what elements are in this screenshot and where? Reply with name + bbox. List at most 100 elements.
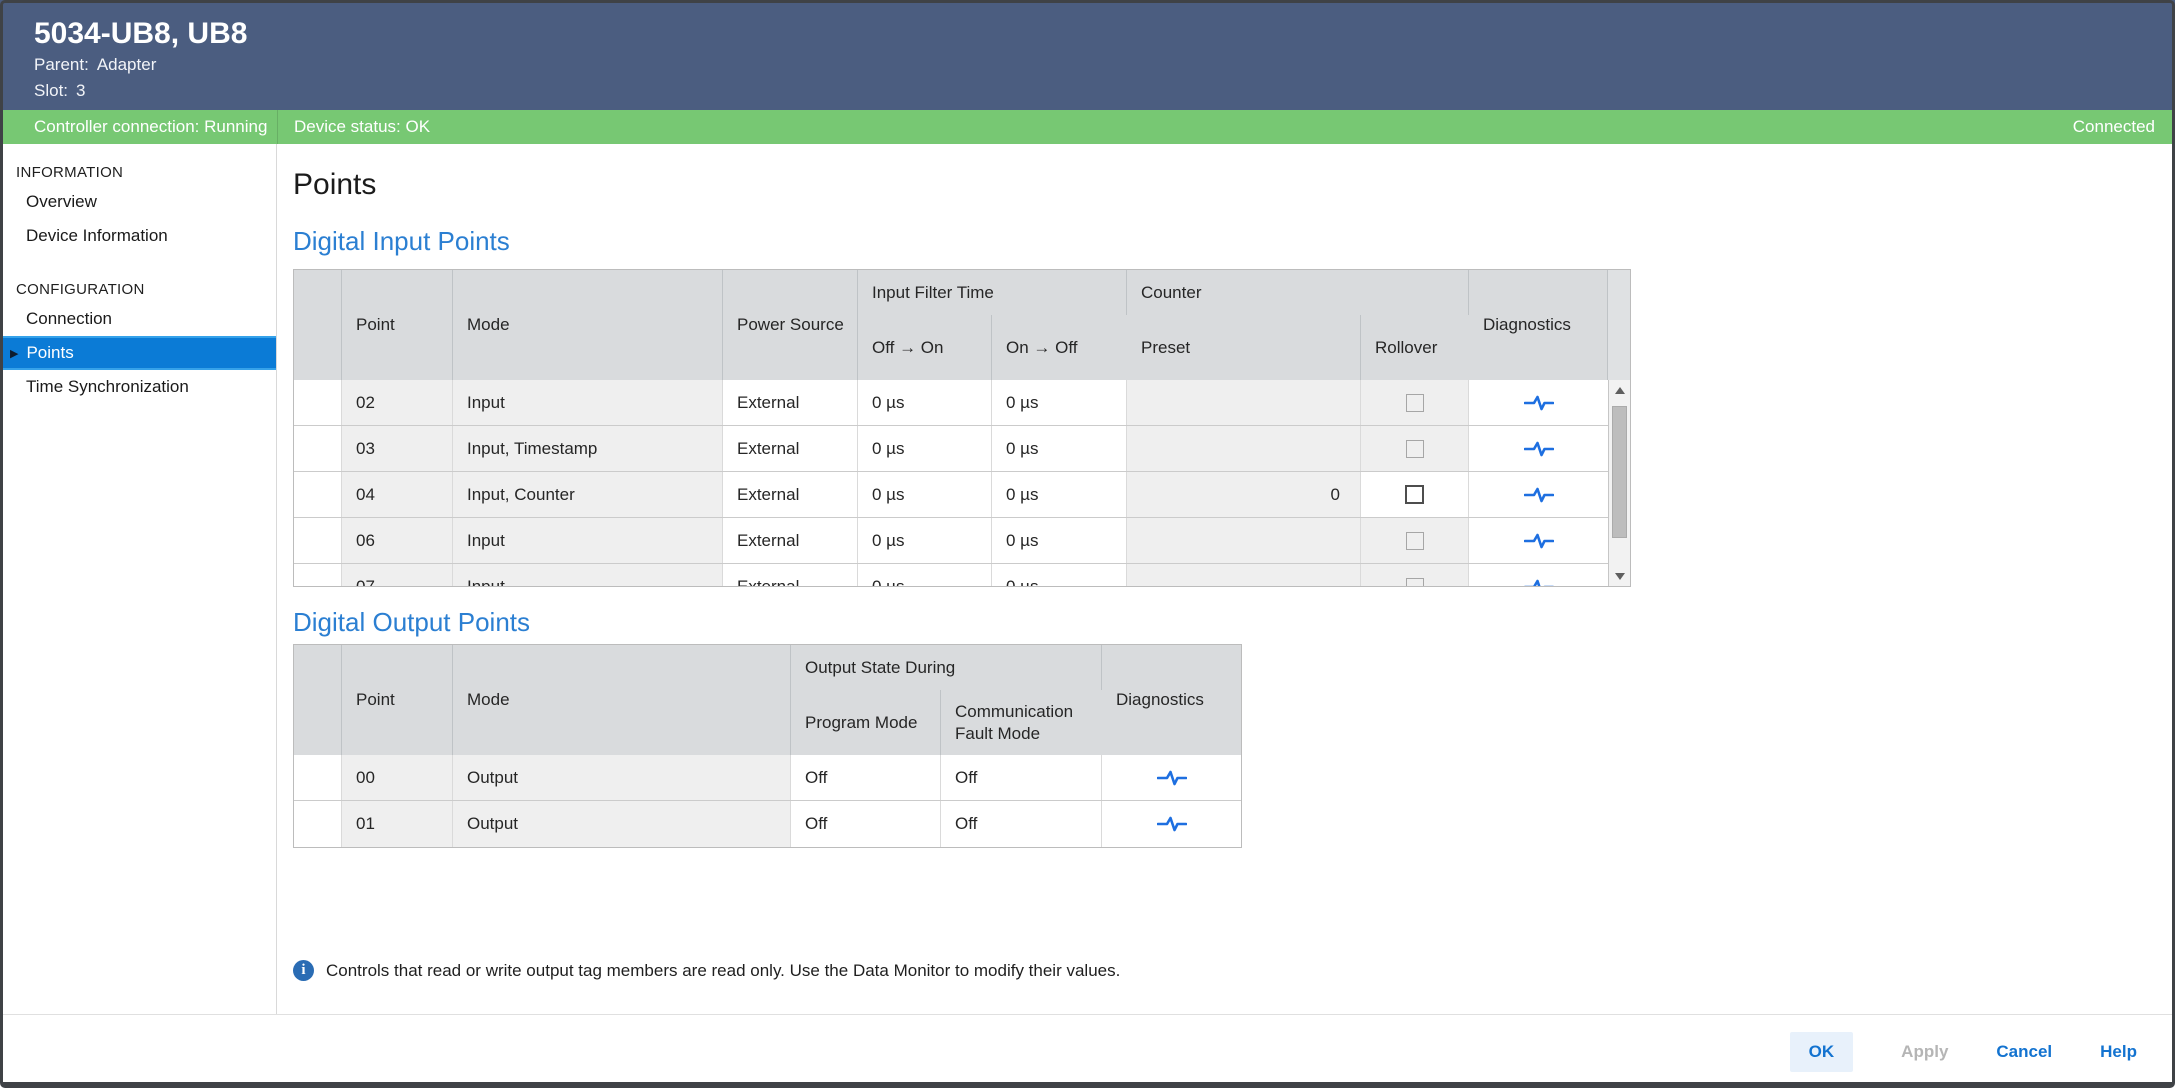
diagnostics-pulse-icon[interactable]	[1524, 533, 1554, 549]
connection-status-bar: Controller connection: Running Device st…	[0, 110, 2175, 144]
input-table-row: 06 Input External 0 µs 0 µs	[294, 518, 1608, 564]
cell-off-to-on[interactable]: 0 µs	[858, 564, 992, 586]
cell-on-to-off[interactable]: 0 µs	[992, 472, 1127, 517]
col-header-on-to-off: On → Off	[992, 315, 1127, 380]
cell-diagnostics[interactable]	[1469, 564, 1608, 586]
diagnostics-pulse-icon[interactable]	[1524, 487, 1554, 503]
col-header-point: Point	[342, 270, 453, 380]
cell-power-source[interactable]: External	[723, 518, 858, 563]
cell-power-source[interactable]: External	[723, 380, 858, 425]
cell-diagnostics[interactable]	[1102, 755, 1241, 800]
row-selector[interactable]	[294, 472, 342, 517]
cell-on-to-off[interactable]: 0 µs	[992, 564, 1127, 586]
row-selector[interactable]	[294, 380, 342, 425]
rollover-checkbox	[1406, 440, 1424, 458]
input-table-row: 02 Input External 0 µs 0 µs	[294, 380, 1608, 426]
cell-diagnostics[interactable]	[1102, 801, 1241, 847]
cell-on-to-off[interactable]: 0 µs	[992, 426, 1127, 471]
note-text: Controls that read or write output tag m…	[326, 961, 1120, 981]
cell-program-mode[interactable]: Off	[791, 801, 941, 847]
help-button[interactable]: Help	[2100, 1042, 2137, 1062]
read-only-note: i Controls that read or write output tag…	[293, 960, 2175, 981]
sidebar-item-points[interactable]: ▶ Points	[0, 336, 276, 370]
diagnostics-pulse-icon[interactable]	[1157, 816, 1187, 832]
cell-on-to-off[interactable]: 0 µs	[992, 518, 1127, 563]
cell-power-source[interactable]: External	[723, 564, 858, 586]
cell-on-to-off[interactable]: 0 µs	[992, 380, 1127, 425]
cell-mode[interactable]: Input	[453, 380, 723, 425]
cell-mode[interactable]: Input, Timestamp	[453, 426, 723, 471]
diagnostics-pulse-icon[interactable]	[1157, 770, 1187, 786]
cell-mode[interactable]: Input	[453, 564, 723, 586]
slot-value: 3	[76, 81, 85, 100]
cell-rollover	[1361, 518, 1469, 563]
col-header-rollover: Rollover	[1361, 315, 1469, 380]
cell-preset	[1127, 426, 1361, 471]
cancel-button[interactable]: Cancel	[1996, 1042, 2052, 1062]
cell-mode[interactable]: Output	[453, 755, 791, 800]
cell-diagnostics[interactable]	[1469, 472, 1608, 517]
diagnostics-pulse-icon[interactable]	[1524, 395, 1554, 411]
diagnostics-pulse-icon[interactable]	[1524, 579, 1554, 587]
rollover-checkbox[interactable]	[1405, 485, 1424, 504]
cell-comm-fault-mode[interactable]: Off	[941, 755, 1102, 800]
cell-off-to-on[interactable]: 0 µs	[858, 518, 992, 563]
cell-point: 04	[342, 472, 453, 517]
cell-rollover	[1361, 426, 1469, 471]
sidebar-item-points-label: Points	[26, 343, 73, 363]
rollover-checkbox	[1406, 394, 1424, 412]
input-table-row: 04 Input, Counter External 0 µs 0 µs 0	[294, 472, 1608, 518]
scroll-down-arrow-icon[interactable]	[1609, 566, 1630, 586]
sidebar-item-overview[interactable]: Overview	[0, 185, 276, 219]
col-header-comm-fault-mode: Communication Fault Mode	[941, 690, 1102, 755]
cell-diagnostics[interactable]	[1469, 380, 1608, 425]
device-properties-window: 5034-UB8, UB8 Parent:Adapter Slot:3 Cont…	[0, 0, 2175, 1088]
parent-line: Parent:Adapter	[34, 52, 2175, 78]
scroll-up-arrow-icon[interactable]	[1609, 380, 1630, 400]
col-header-preset: Preset	[1127, 315, 1361, 380]
row-selector[interactable]	[294, 426, 342, 471]
input-table-scrollbar[interactable]	[1608, 380, 1630, 586]
cell-program-mode[interactable]: Off	[791, 755, 941, 800]
digital-input-points-table: Point Mode Power Source Input Filter Tim…	[293, 269, 1631, 587]
cell-rollover[interactable]	[1361, 472, 1469, 517]
cell-preset	[1127, 518, 1361, 563]
cell-mode[interactable]: Output	[453, 801, 791, 847]
scrollbar-thumb[interactable]	[1612, 406, 1627, 538]
col-header-diagnostics: Diagnostics	[1102, 645, 1241, 755]
cell-off-to-on[interactable]: 0 µs	[858, 380, 992, 425]
cell-power-source[interactable]: External	[723, 426, 858, 471]
input-table-body: 02 Input External 0 µs 0 µs 03 Input, Ti…	[294, 380, 1630, 586]
cell-point: 06	[342, 518, 453, 563]
cell-power-source[interactable]: External	[723, 472, 858, 517]
row-selector[interactable]	[294, 518, 342, 563]
input-table-row: 07 Input External 0 µs 0 µs	[294, 564, 1608, 586]
sidebar-item-connection[interactable]: Connection	[0, 302, 276, 336]
apply-button[interactable]: Apply	[1901, 1042, 1948, 1062]
cell-diagnostics[interactable]	[1469, 426, 1608, 471]
diagnostics-pulse-icon[interactable]	[1524, 441, 1554, 457]
info-icon: i	[293, 960, 314, 981]
cell-comm-fault-mode[interactable]: Off	[941, 801, 1102, 847]
cell-diagnostics[interactable]	[1469, 518, 1608, 563]
col-header-point: Point	[342, 645, 453, 755]
row-selector[interactable]	[294, 801, 342, 847]
cell-point: 02	[342, 380, 453, 425]
sidebar-item-time-synchronization[interactable]: Time Synchronization	[0, 370, 276, 404]
sidebar-section-configuration: CONFIGURATION	[16, 281, 276, 298]
col-header-program-mode: Program Mode	[791, 690, 941, 755]
input-table-row: 03 Input, Timestamp External 0 µs 0 µs	[294, 426, 1608, 472]
digital-output-points-heading: Digital Output Points	[293, 605, 2175, 639]
col-group-counter: Counter	[1127, 270, 1469, 315]
cell-mode[interactable]: Input	[453, 518, 723, 563]
cell-off-to-on[interactable]: 0 µs	[858, 472, 992, 517]
row-selector[interactable]	[294, 755, 342, 800]
ok-button[interactable]: OK	[1790, 1032, 1854, 1072]
cell-off-to-on[interactable]: 0 µs	[858, 426, 992, 471]
cell-point: 07	[342, 564, 453, 586]
sidebar-item-device-information[interactable]: Device Information	[0, 219, 276, 253]
cell-mode[interactable]: Input, Counter	[453, 472, 723, 517]
page-title: Points	[293, 166, 2175, 204]
row-selector[interactable]	[294, 564, 342, 586]
cell-preset[interactable]: 0	[1127, 472, 1361, 517]
